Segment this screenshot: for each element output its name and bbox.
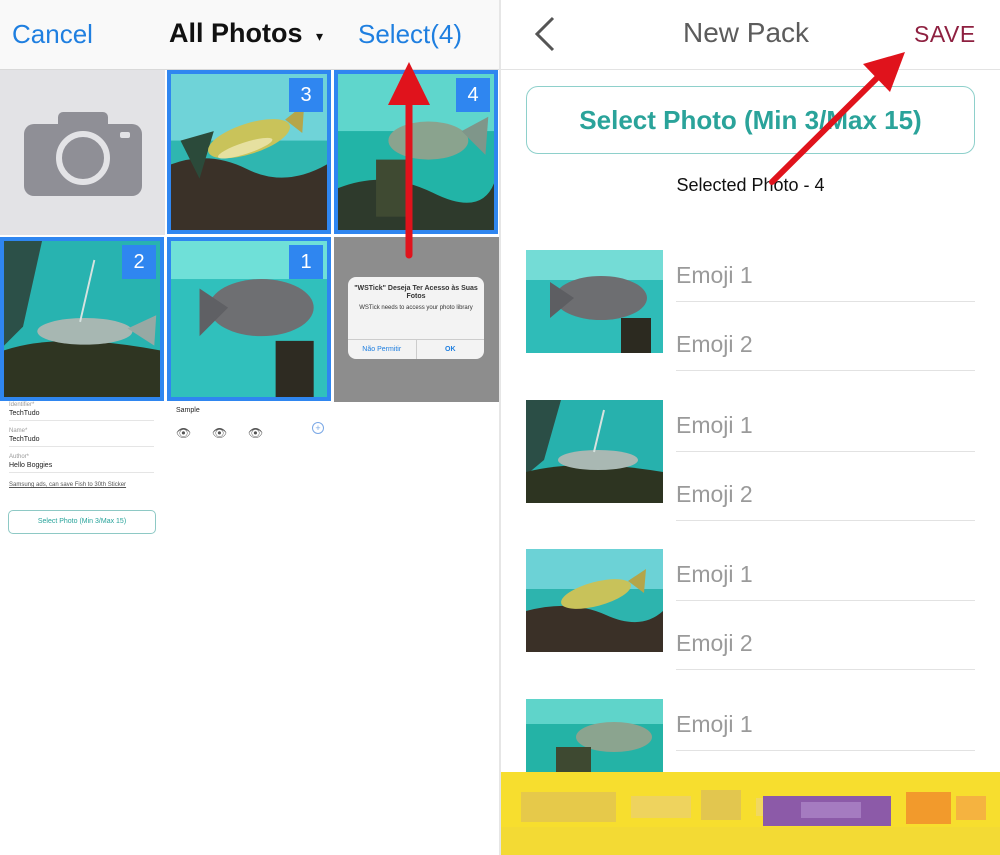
- new-pack-header: New Pack SAVE: [501, 0, 1000, 70]
- select-button[interactable]: Select(4): [358, 19, 462, 50]
- permission-dialog-screenshot: "WSTick" Deseja Ter Acesso às Suas Fotos…: [334, 237, 499, 402]
- emoji-1-field[interactable]: Emoji 1: [676, 549, 975, 601]
- ad-banner[interactable]: [501, 772, 1000, 855]
- photo-cell[interactable]: 3: [167, 70, 331, 234]
- identifier-value: TechTudo: [9, 410, 40, 417]
- sample-emoji-icon: 👁: [248, 426, 264, 440]
- list-item: Emoji 1 Emoji 2: [501, 549, 1000, 689]
- selection-badge: 4: [456, 78, 490, 112]
- identifier-label: Identifier*: [9, 402, 35, 408]
- sticker-thumbnail[interactable]: [526, 400, 663, 503]
- sample-emoji-icon: 👁: [176, 426, 192, 440]
- selection-badge: 2: [122, 245, 156, 279]
- sample-label: Sample: [176, 407, 200, 414]
- camera-cell[interactable]: [0, 70, 165, 235]
- save-button[interactable]: SAVE: [914, 21, 976, 48]
- alert-deny-button: Não Permitir: [362, 346, 402, 353]
- author-value: Hello Boggies: [9, 462, 53, 469]
- sticker-thumbnail[interactable]: [526, 699, 663, 772]
- emoji-1-field[interactable]: Emoji 1: [676, 699, 975, 751]
- picker-header: Cancel All Photos ▾ Select(4): [0, 0, 499, 70]
- sticker-thumbnail[interactable]: [526, 250, 663, 353]
- permission-alert: "WSTick" Deseja Ter Acesso às Suas Fotos…: [348, 277, 484, 359]
- chevron-down-icon[interactable]: ▾: [316, 28, 323, 45]
- author-label: Author*: [9, 454, 30, 460]
- info-link: Samsung ads, can save Fish to 30th Stick…: [9, 482, 127, 488]
- cancel-button[interactable]: Cancel: [12, 19, 93, 50]
- photo-grid: 3 4 2 1 "WSTick" Deseja Ter Acesso às Su…: [0, 70, 499, 402]
- emoji-2-field[interactable]: Emoji 2: [676, 618, 975, 670]
- page-title: New Pack: [683, 17, 810, 48]
- emoji-2-field[interactable]: Emoji 2: [676, 319, 975, 371]
- name-label: Name*: [9, 428, 28, 434]
- selection-badge: 3: [289, 78, 323, 112]
- list-item: Emoji 1 Emoji 2: [501, 400, 1000, 540]
- background-form: Identifier* TechTudo Name* TechTudo Auth…: [0, 402, 499, 542]
- name-value: TechTudo: [9, 436, 40, 443]
- alert-ok-button: OK: [415, 340, 485, 359]
- select-photo-button[interactable]: Select Photo (Min 3/Max 15): [526, 86, 975, 154]
- sample-emoji-icon: 👁: [212, 426, 228, 440]
- photo-cell[interactable]: 4: [334, 70, 498, 234]
- photo-cell[interactable]: 1: [167, 237, 331, 401]
- emoji-2-field[interactable]: Emoji 2: [676, 469, 975, 521]
- emoji-1-field[interactable]: Emoji 1: [676, 400, 975, 452]
- back-chevron-icon[interactable]: [531, 14, 561, 54]
- camera-icon: [23, 111, 142, 196]
- sticker-thumbnail[interactable]: [526, 549, 663, 652]
- ghost-select-photo-button: Select Photo (Min 3/Max 15): [8, 510, 156, 534]
- photo-picker-panel: Cancel All Photos ▾ Select(4) 3 4 2 1 "W…: [0, 0, 499, 855]
- selected-count: Selected Photo - 4: [676, 175, 825, 195]
- plus-icon: +: [312, 422, 324, 434]
- emoji-1-field[interactable]: Emoji 1: [676, 250, 975, 302]
- new-pack-panel: New Pack SAVE Select Photo (Min 3/Max 15…: [501, 0, 1000, 855]
- selection-badge: 1: [289, 245, 323, 279]
- alert-title: "WSTick" Deseja Ter Acesso às Suas Fotos: [354, 285, 478, 300]
- album-title[interactable]: All Photos: [169, 18, 303, 49]
- alert-message: WSTick needs to access your photo librar…: [359, 305, 473, 311]
- list-item: Emoji 1 Emoji 2: [501, 250, 1000, 390]
- photo-cell[interactable]: 2: [0, 237, 164, 401]
